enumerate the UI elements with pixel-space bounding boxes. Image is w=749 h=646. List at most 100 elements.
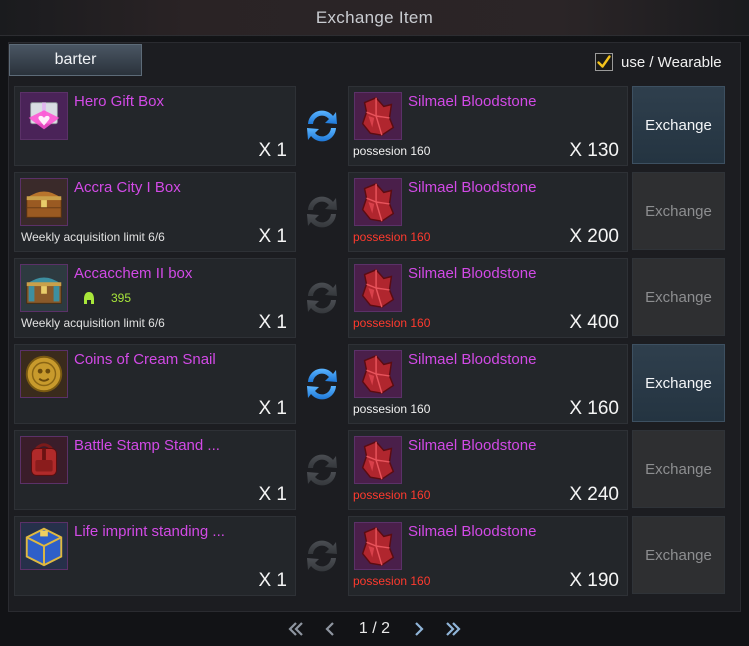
give-item-slot[interactable]: Coins of Cream Snail X 1 (14, 344, 296, 424)
exchange-row: Battle Stamp Stand ... X 1 Silmael Bloodst… (14, 430, 726, 510)
exchange-row: Life imprint standing ... X 1 Silmael Bloo… (14, 516, 726, 596)
bonus-stat: 395 (83, 291, 131, 305)
pagination: 1 / 2 (0, 616, 749, 642)
teal-chest-icon[interactable] (20, 264, 68, 312)
title-bar[interactable]: Exchange Item (0, 0, 749, 36)
receive-item-name: Silmael Bloodstone (408, 351, 537, 368)
chevron-right-icon (415, 622, 424, 636)
give-item-qty: X 1 (258, 140, 287, 161)
backpack-icon[interactable] (20, 436, 68, 484)
receive-item-qty: X 200 (569, 226, 619, 247)
give-item-slot[interactable]: Hero Gift Box X 1 (14, 86, 296, 166)
swap-arrows-icon (307, 454, 337, 486)
give-item-slot[interactable]: Battle Stamp Stand ... X 1 (14, 430, 296, 510)
swap-arrows-icon (307, 110, 337, 142)
possession-count: possesion 160 (353, 144, 431, 158)
possession-count: possesion 160 (353, 230, 431, 244)
possession-count: possesion 160 (353, 574, 431, 588)
tab-barter[interactable]: barter (9, 44, 142, 76)
receive-item-name: Silmael Bloodstone (408, 179, 537, 196)
blue-gold-box-icon[interactable] (20, 522, 68, 570)
receive-item-slot[interactable]: Silmael Bloodstone possesion 160 X 200 (348, 172, 628, 252)
swap-indicator (300, 104, 344, 148)
next-page-button[interactable] (408, 618, 430, 640)
give-item-name: Accra City I Box (74, 179, 181, 196)
exchange-window: Exchange Item barter use / Wearable Hero… (0, 0, 749, 646)
bloodstone-icon[interactable] (354, 522, 402, 570)
helmet-icon (84, 292, 94, 304)
swap-arrows-icon (307, 282, 337, 314)
first-page-button[interactable] (285, 618, 307, 640)
use-wearable-checkbox[interactable] (595, 53, 613, 71)
receive-item-qty: X 160 (569, 398, 619, 419)
gift-box-icon[interactable] (20, 92, 68, 140)
receive-item-slot[interactable]: Silmael Bloodstone possesion 160 X 160 (348, 344, 628, 424)
swap-indicator (300, 190, 344, 234)
gold-coin-icon[interactable] (20, 350, 68, 398)
swap-indicator (300, 534, 344, 578)
receive-item-name: Silmael Bloodstone (408, 265, 537, 282)
exchange-row: Coins of Cream Snail X 1 Silmael Bloodston… (14, 344, 726, 424)
give-item-name: Accacchem II box (74, 265, 193, 282)
exchange-button[interactable]: Exchange (632, 172, 725, 250)
use-wearable-label: use / Wearable (621, 53, 722, 71)
checkmark-icon (597, 55, 611, 68)
window-title: Exchange Item (315, 7, 434, 27)
double-chevron-right-icon (446, 622, 461, 636)
possession-count: possesion 160 (353, 488, 431, 502)
receive-item-slot[interactable]: Silmael Bloodstone possesion 160 X 130 (348, 86, 628, 166)
last-page-button[interactable] (442, 618, 464, 640)
receive-item-slot[interactable]: Silmael Bloodstone possesion 160 X 190 (348, 516, 628, 596)
exchange-row: Accra City I Box Weekly acquisition limit… (14, 172, 726, 252)
swap-arrows-icon (307, 196, 337, 228)
receive-item-name: Silmael Bloodstone (408, 523, 537, 540)
receive-item-qty: X 240 (569, 484, 619, 505)
give-item-qty: X 1 (258, 570, 287, 591)
exchange-button[interactable]: Exchange (632, 258, 725, 336)
receive-item-qty: X 130 (569, 140, 619, 161)
receive-item-slot[interactable]: Silmael Bloodstone possesion 160 X 240 (348, 430, 628, 510)
double-chevron-left-icon (288, 622, 303, 636)
swap-arrows-icon (307, 540, 337, 572)
page-indicator: 1 / 2 (358, 620, 391, 637)
give-item-qty: X 1 (258, 398, 287, 419)
prev-page-button[interactable] (319, 618, 341, 640)
give-item-name: Hero Gift Box (74, 93, 165, 110)
use-wearable-filter[interactable]: use / Wearable (595, 52, 722, 72)
swap-arrows-icon (307, 368, 337, 400)
give-item-slot[interactable]: Accacchem II box Weekly acquisition limit… (14, 258, 296, 338)
give-item-qty: X 1 (258, 484, 287, 505)
receive-item-slot[interactable]: Silmael Bloodstone possesion 160 X 400 (348, 258, 628, 338)
swap-indicator (300, 448, 344, 492)
give-item-qty: X 1 (258, 312, 287, 333)
exchange-button[interactable]: Exchange (632, 516, 725, 594)
chevron-left-icon (325, 622, 334, 636)
treasure-chest-icon[interactable] (20, 178, 68, 226)
bloodstone-icon[interactable] (354, 92, 402, 140)
receive-item-name: Silmael Bloodstone (408, 93, 537, 110)
exchange-button[interactable]: Exchange (632, 86, 725, 164)
possession-count: possesion 160 (353, 402, 431, 416)
possession-count: possesion 160 (353, 316, 431, 330)
weekly-limit-text: Weekly acquisition limit 6/6 (21, 230, 165, 244)
receive-item-qty: X 400 (569, 312, 619, 333)
give-item-slot[interactable]: Accra City I Box Weekly acquisition limit… (14, 172, 296, 252)
exchange-row: Hero Gift Box X 1 Silmael Bloodstone posses… (14, 86, 726, 166)
give-item-name: Battle Stamp Stand ... (74, 437, 220, 454)
bloodstone-icon[interactable] (354, 178, 402, 226)
give-item-slot[interactable]: Life imprint standing ... X 1 (14, 516, 296, 596)
swap-indicator (300, 362, 344, 406)
swap-indicator (300, 276, 344, 320)
bloodstone-icon[interactable] (354, 264, 402, 312)
bonus-value: 395 (111, 291, 132, 305)
bloodstone-icon[interactable] (354, 350, 402, 398)
give-item-name: Coins of Cream Snail (74, 351, 216, 368)
exchange-button[interactable]: Exchange (632, 430, 725, 508)
exchange-button[interactable]: Exchange (632, 344, 725, 422)
weekly-limit-text: Weekly acquisition limit 6/6 (21, 316, 165, 330)
give-item-name: Life imprint standing ... (74, 523, 225, 540)
bloodstone-icon[interactable] (354, 436, 402, 484)
receive-item-name: Silmael Bloodstone (408, 437, 537, 454)
receive-item-qty: X 190 (569, 570, 619, 591)
give-item-qty: X 1 (258, 226, 287, 247)
